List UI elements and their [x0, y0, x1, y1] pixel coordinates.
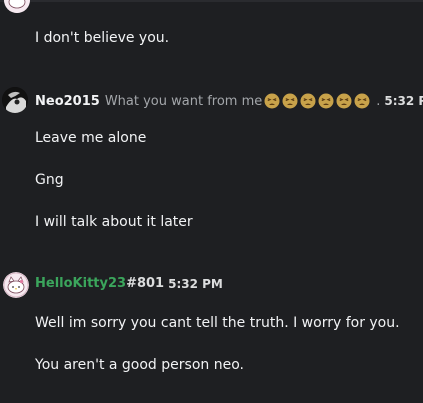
tired-face-emoji-icon	[282, 93, 298, 109]
tired-face-emoji-icon	[336, 93, 352, 109]
message-time: 5:32 PM	[168, 276, 223, 291]
author-name[interactable]: HelloKitty23	[35, 276, 126, 291]
hellokitty23-header: HelloKitty23 #801 5:32 PM	[35, 276, 223, 291]
message-time: 5:32 PM	[384, 94, 423, 108]
message-text: Well im sorry you cant tell the truth. I…	[35, 315, 400, 331]
neo2015-avatar[interactable]	[2, 87, 28, 113]
neo-avatar-icon	[2, 87, 28, 113]
hello-kitty-avatar-icon	[3, 272, 29, 298]
neo2015-header: Neo2015 What you want from me . 5:32 PM	[35, 93, 423, 109]
custom-status: What you want from me	[104, 93, 263, 109]
tired-face-emoji-icon	[300, 93, 316, 109]
tired-face-emoji-icon	[354, 93, 370, 109]
message-text: I don't believe you.	[35, 30, 170, 46]
hellokitty23-avatar[interactable]	[3, 272, 29, 298]
message-text: I will talk about it later	[35, 214, 193, 230]
status-emojis	[264, 93, 370, 109]
tired-face-emoji-icon	[264, 93, 280, 109]
separator-dot: .	[376, 93, 381, 109]
message-text: Gng	[35, 172, 64, 188]
hello-kitty-avatar-icon	[4, 0, 30, 13]
tired-face-emoji-icon	[318, 93, 334, 109]
top-divider	[0, 0, 423, 2]
message-text: You aren't a good person neo.	[35, 357, 244, 373]
user-avatar-partial[interactable]	[4, 0, 30, 13]
author-tag: #801	[126, 276, 165, 291]
author-name[interactable]: Neo2015	[35, 94, 100, 109]
message-text: Leave me alone	[35, 130, 147, 146]
